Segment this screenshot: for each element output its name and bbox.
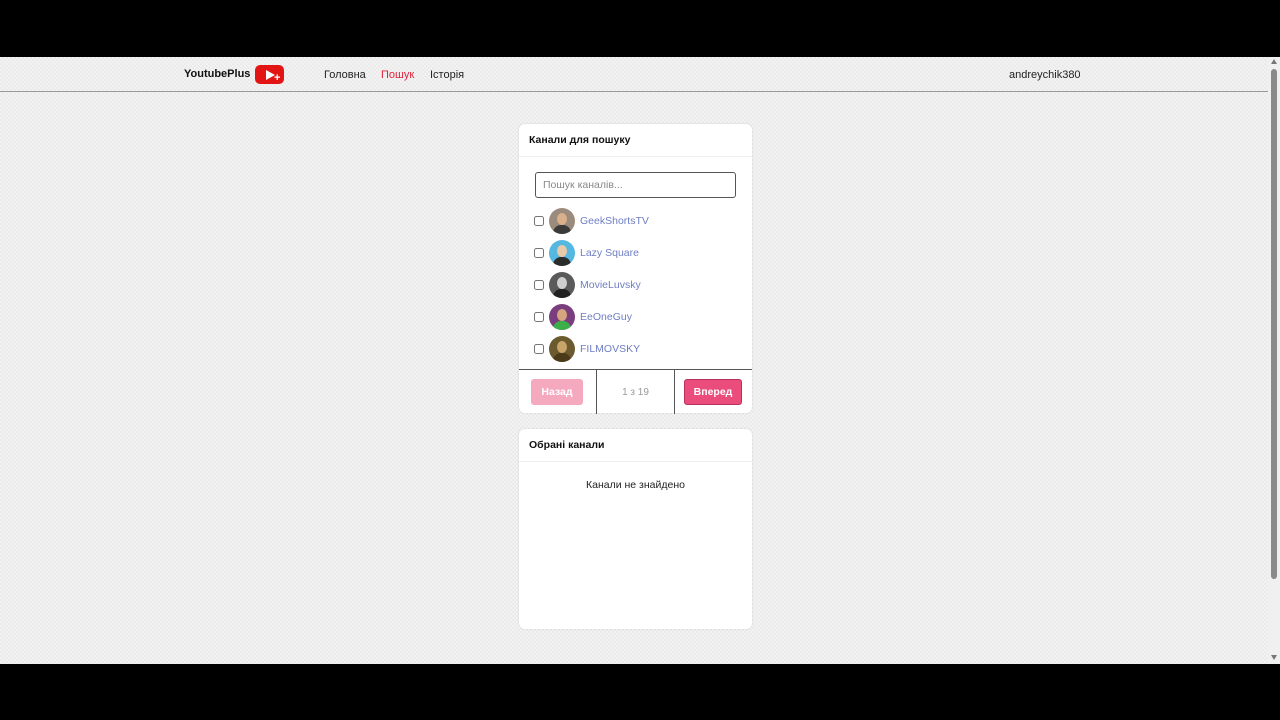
page-indicator: 1 з 19	[622, 387, 649, 398]
channel-search-input[interactable]	[535, 172, 736, 198]
brand-name[interactable]: YoutubePlus	[184, 68, 250, 80]
nav-link-history[interactable]: Історія	[430, 69, 464, 81]
channel-checkbox[interactable]	[534, 344, 544, 354]
selected-card-title: Обрані канали	[519, 429, 752, 462]
browser-viewport: YoutubePlus + Головна Пошук Історія andr…	[0, 57, 1280, 664]
user-name[interactable]: andreychik380	[1009, 69, 1081, 81]
channel-checkbox[interactable]	[534, 312, 544, 322]
search-card-title: Канали для пошуку	[519, 124, 752, 157]
pagination: Назад 1 з 19 Вперед	[519, 369, 752, 414]
channel-item[interactable]: EeOneGuy	[534, 303, 734, 331]
channel-checkbox[interactable]	[534, 216, 544, 226]
selected-channels-card: Обрані канали Канали не знайдено	[519, 429, 752, 629]
page-scrollbar[interactable]	[1268, 57, 1280, 664]
nav-link-home[interactable]: Головна	[324, 69, 366, 81]
channel-name[interactable]: FILMOVSKY	[580, 343, 640, 355]
scroll-down-arrow-icon[interactable]	[1271, 655, 1277, 660]
channel-item[interactable]: MovieLuvsky	[534, 271, 734, 299]
avatar	[549, 240, 575, 266]
avatar	[549, 272, 575, 298]
channel-item[interactable]: Lazy Square	[534, 239, 734, 267]
channel-checkbox[interactable]	[534, 280, 544, 290]
channel-item[interactable]: GeekShortsTV	[534, 207, 734, 235]
channel-checkbox[interactable]	[534, 248, 544, 258]
avatar	[549, 208, 575, 234]
pager-divider	[674, 370, 675, 414]
logo-plus-icon: +	[274, 72, 281, 84]
next-page-button[interactable]: Вперед	[684, 379, 742, 405]
avatar	[549, 336, 575, 362]
avatar	[549, 304, 575, 330]
channel-name[interactable]: EeOneGuy	[580, 311, 632, 323]
empty-state-message: Канали не знайдено	[586, 479, 685, 491]
prev-page-button[interactable]: Назад	[531, 379, 583, 405]
navbar: YoutubePlus + Головна Пошук Історія andr…	[0, 57, 1268, 92]
scrollbar-thumb[interactable]	[1271, 69, 1277, 579]
channel-name[interactable]: MovieLuvsky	[580, 279, 641, 291]
channel-item[interactable]: FILMOVSKY	[534, 335, 734, 363]
scroll-up-arrow-icon[interactable]	[1271, 59, 1277, 64]
channel-name[interactable]: GeekShortsTV	[580, 215, 649, 227]
search-channels-card: Канали для пошуку GeekShortsTV Lazy Squa…	[519, 124, 752, 414]
nav-link-search[interactable]: Пошук	[381, 69, 414, 81]
channel-name[interactable]: Lazy Square	[580, 247, 639, 259]
